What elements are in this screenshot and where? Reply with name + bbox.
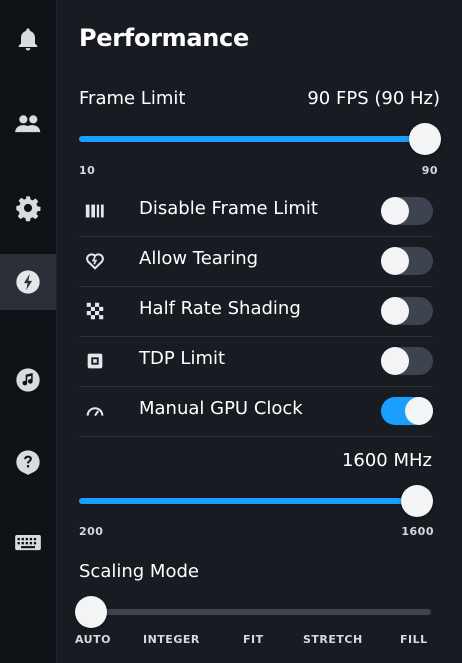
slider-thumb[interactable]: [75, 596, 107, 628]
bars-icon: [85, 204, 104, 218]
heart-icon: [86, 253, 104, 270]
bell-icon: [18, 28, 38, 51]
gpu-clock-value: 1600 MHz: [341, 450, 432, 471]
toggle-knob: [381, 197, 409, 225]
toggle-knob: [381, 347, 409, 375]
toggle-label: TDP Limit: [139, 348, 226, 369]
toggle-row-disable-frame-limit: Disable Frame Limit: [79, 186, 433, 237]
sidebar-item-settings[interactable]: [0, 180, 56, 236]
toggle-label: Half Rate Shading: [139, 298, 301, 319]
tdp-limit-toggle[interactable]: [381, 347, 433, 375]
gpu-clock-slider[interactable]: [79, 481, 433, 521]
scaling-mode-label: Scaling Mode: [79, 561, 199, 582]
toggle-label: Disable Frame Limit: [139, 198, 318, 219]
gear-icon: [16, 196, 41, 222]
scaling-option-auto[interactable]: AUTO: [75, 633, 111, 646]
allow-tearing-toggle[interactable]: [381, 247, 433, 275]
frame-limit-label: Frame Limit: [79, 88, 186, 109]
scaling-option-fill[interactable]: FILL: [400, 633, 428, 646]
chip-icon: [87, 353, 103, 369]
checker-icon: [86, 302, 104, 320]
gpu-clock-max-label: 1600: [401, 525, 434, 538]
toggle-knob: [405, 397, 433, 425]
page-title: Performance: [79, 24, 249, 52]
frame-limit-value: 90 FPS (90 Hz): [307, 88, 440, 109]
scaling-option-fit[interactable]: FIT: [243, 633, 264, 646]
sidebar-item-notifications[interactable]: [0, 12, 56, 68]
music-icon: [16, 368, 40, 392]
scaling-mode-slider[interactable]: [75, 592, 431, 632]
toggle-label: Allow Tearing: [139, 248, 259, 269]
toggle-knob: [381, 297, 409, 325]
frame-limit-max-label: 90: [421, 164, 438, 177]
sidebar-item-music[interactable]: [0, 352, 56, 408]
scaling-option-integer[interactable]: INTEGER: [143, 633, 200, 646]
sidebar-item-keyboard[interactable]: [0, 514, 56, 570]
toggle-row-manual-gpu-clock: Manual GPU Clock: [79, 386, 433, 437]
lightning-icon: [16, 270, 40, 294]
gauge-icon: [86, 407, 104, 417]
slider-thumb[interactable]: [401, 485, 433, 517]
manual-gpu-clock-toggle[interactable]: [381, 397, 433, 425]
slider-fill: [79, 136, 425, 142]
toggle-knob: [381, 247, 409, 275]
keyboard-icon: [15, 535, 41, 551]
toggle-row-half-rate-shading: Half Rate Shading: [79, 286, 433, 337]
gpu-clock-min-label: 200: [79, 525, 104, 538]
slider-fill: [79, 498, 417, 504]
half-rate-shading-toggle[interactable]: [381, 297, 433, 325]
frame-limit-min-label: 10: [79, 164, 96, 177]
disable-frame-limit-toggle[interactable]: [381, 197, 433, 225]
sidebar-item-help[interactable]: [0, 434, 56, 490]
toggle-row-allow-tearing: Allow Tearing: [79, 236, 433, 287]
quick-access-sidebar: [0, 0, 57, 663]
frame-limit-slider[interactable]: [79, 119, 441, 159]
toggle-row-tdp-limit: TDP Limit: [79, 336, 433, 387]
help-icon: [16, 450, 40, 475]
slider-track: [91, 609, 431, 615]
sidebar-item-friends[interactable]: [0, 96, 56, 152]
sidebar-item-performance[interactable]: [0, 254, 56, 310]
friends-icon: [15, 115, 41, 133]
performance-panel: Performance Frame Limit 90 FPS (90 Hz) 1…: [57, 0, 462, 663]
slider-thumb[interactable]: [409, 123, 441, 155]
scaling-option-stretch[interactable]: STRETCH: [303, 633, 363, 646]
toggle-label: Manual GPU Clock: [139, 398, 303, 419]
